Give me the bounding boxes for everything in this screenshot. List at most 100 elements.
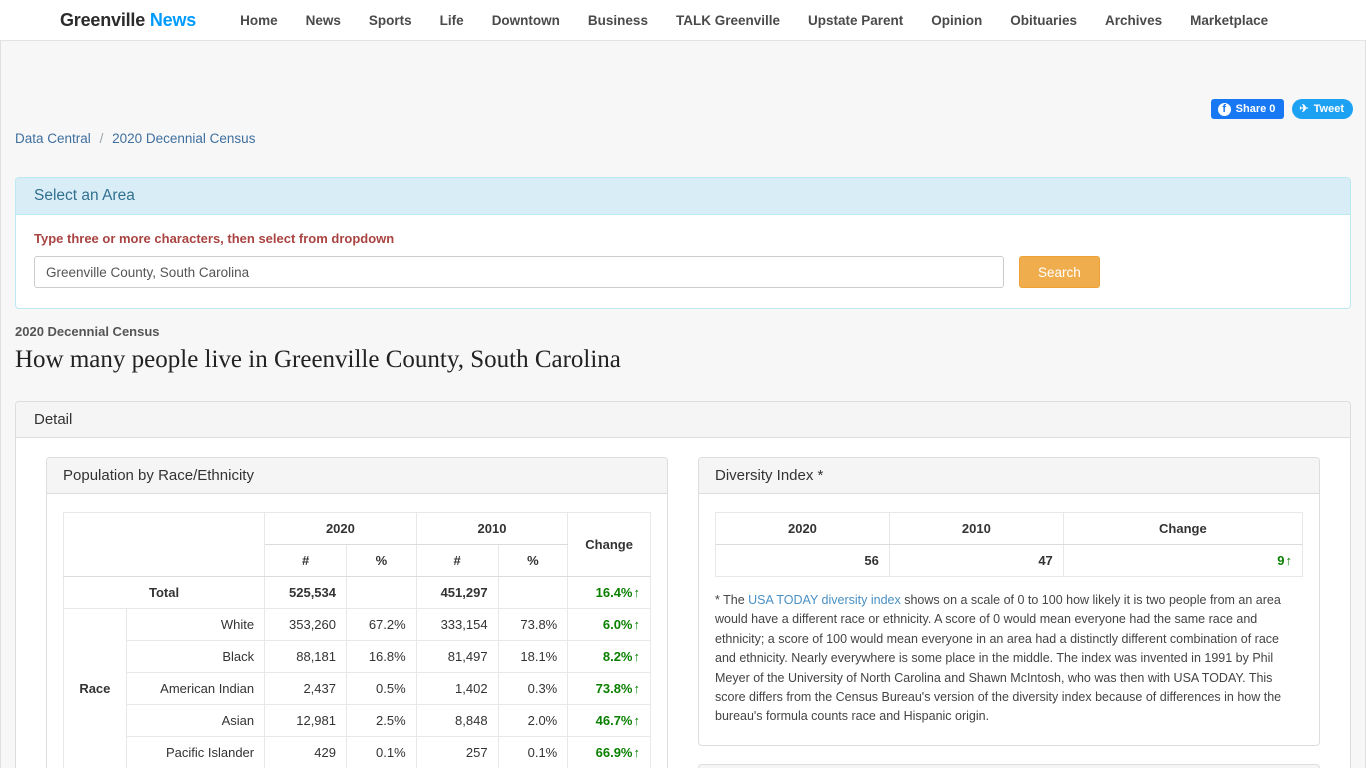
twitter-tweet-label: Tweet bbox=[1313, 103, 1344, 115]
nav-link-news[interactable]: News bbox=[306, 13, 341, 28]
arrow-up-icon: ↑ bbox=[633, 649, 641, 664]
diversity-header-2020: 2020 bbox=[715, 512, 890, 545]
diversity-value-2010: 47 bbox=[888, 544, 1064, 577]
pacific-islander-change-value: 66.9% bbox=[595, 745, 633, 760]
diversity-table-header-row: 2020 2010 Change bbox=[715, 512, 1304, 545]
black-2020-count: 88,181 bbox=[264, 640, 347, 673]
table-row: Asian 12,981 2.5% 8,848 2.0% 46.7%↑ bbox=[64, 704, 651, 737]
white-2010-count: 333,154 bbox=[415, 608, 499, 641]
row-label-american-indian: American Indian bbox=[125, 672, 266, 705]
american-indian-2020-count: 2,437 bbox=[264, 672, 347, 705]
race-table-subheader-2020-percent: % bbox=[346, 544, 417, 577]
table-row: 56 47 9↑ bbox=[715, 544, 1304, 577]
pacific-islander-2010-count: 257 bbox=[415, 736, 499, 768]
arrow-up-icon: ↑ bbox=[633, 617, 641, 632]
table-row-total: Total 525,534 451,297 16.4%↑ bbox=[62, 576, 651, 609]
diversity-header-2010: 2010 bbox=[888, 512, 1064, 545]
brand-name-secondary: News bbox=[149, 9, 197, 30]
nav-link-upstate-parent[interactable]: Upstate Parent bbox=[808, 13, 903, 28]
brand-name-primary: Greenville bbox=[60, 9, 146, 30]
detail-panel-title: Detail bbox=[16, 402, 1350, 438]
diversity-index-card-body: 2020 2010 Change 56 47 9↑ * The USA TODA… bbox=[699, 494, 1319, 745]
nav-link-marketplace[interactable]: Marketplace bbox=[1190, 13, 1268, 28]
table-row: Pacific Islander 429 0.1% 257 0.1% 66.9%… bbox=[64, 736, 651, 768]
race-table-corner-blank bbox=[62, 512, 266, 577]
american-indian-change: 73.8%↑ bbox=[567, 672, 651, 705]
site-logo[interactable]: Greenville News bbox=[60, 10, 196, 31]
race-table-head: 2020 2010 Change # % # % bbox=[62, 512, 651, 577]
table-row: Black 88,181 16.8% 81,497 18.1% 8.2%↑ bbox=[64, 640, 651, 673]
nav-link-downtown[interactable]: Downtown bbox=[492, 13, 560, 28]
asian-2010-percent: 2.0% bbox=[497, 704, 569, 737]
select-area-panel: Select an Area Type three or more charac… bbox=[15, 177, 1351, 309]
breadcrumb-link-current[interactable]: 2020 Decennial Census bbox=[112, 131, 255, 146]
asian-change-value: 46.7% bbox=[595, 713, 633, 728]
race-ethnicity-card: Population by Race/Ethnicity 2020 2010 C… bbox=[46, 457, 668, 768]
race-ethnicity-table: 2020 2010 Change # % # % Total 525,534 4… bbox=[62, 512, 651, 768]
detail-panel: Detail Population by Race/Ethnicity 2020… bbox=[15, 401, 1351, 768]
black-2010-count: 81,497 bbox=[415, 640, 499, 673]
white-2010-percent: 73.8% bbox=[497, 608, 569, 641]
arrow-up-icon: ↑ bbox=[633, 713, 641, 728]
nav-link-life[interactable]: Life bbox=[440, 13, 464, 28]
white-2020-percent: 67.2% bbox=[346, 608, 417, 641]
diversity-table-body: 56 47 9↑ bbox=[715, 544, 1304, 577]
nav-link-talk-greenville[interactable]: TALK Greenville bbox=[676, 13, 780, 28]
select-area-panel-title: Select an Area bbox=[16, 178, 1350, 215]
race-ethnicity-card-body: 2020 2010 Change # % # % Total 525,534 4… bbox=[47, 494, 667, 768]
nav-link-business[interactable]: Business bbox=[588, 13, 648, 28]
diversity-value-2020: 56 bbox=[715, 544, 890, 577]
race-table-header-2010: 2010 bbox=[415, 512, 569, 545]
search-instruction-label: Type three or more characters, then sele… bbox=[34, 231, 395, 246]
diversity-index-footnote: * The USA TODAY diversity index shows on… bbox=[715, 591, 1303, 727]
pacific-islander-change: 66.9%↑ bbox=[567, 736, 651, 768]
search-form-row: Search bbox=[34, 256, 1332, 288]
breadcrumb-separator: / bbox=[99, 131, 104, 146]
breadcrumb: Data Central / 2020 Decennial Census bbox=[15, 131, 255, 146]
table-row: Race White 353,260 67.2% 333,154 73.8% 6… bbox=[63, 608, 651, 768]
search-button[interactable]: Search bbox=[1019, 256, 1100, 288]
pacific-islander-2020-percent: 0.1% bbox=[346, 736, 417, 768]
select-area-panel-body: Type three or more characters, then sele… bbox=[16, 215, 1350, 308]
row-label-pacific-islander: Pacific Islander bbox=[125, 736, 266, 768]
race-ethnicity-card-title: Population by Race/Ethnicity bbox=[47, 458, 667, 494]
table-row: American Indian 2,437 0.5% 1,402 0.3% 73… bbox=[64, 672, 651, 705]
arrow-up-icon: ↑ bbox=[633, 681, 641, 696]
american-indian-change-value: 73.8% bbox=[595, 681, 633, 696]
total-2020-count: 525,534 bbox=[264, 576, 347, 609]
race-table-group-header-row: 2020 2010 Change bbox=[62, 512, 651, 577]
diversity-change-value: 9 bbox=[1277, 553, 1285, 568]
page-title: How many people live in Greenville Count… bbox=[15, 346, 621, 373]
asian-2020-count: 12,981 bbox=[264, 704, 347, 737]
twitter-tweet-button[interactable]: ✈ Tweet bbox=[1292, 99, 1353, 119]
asian-2020-percent: 2.5% bbox=[346, 704, 417, 737]
nav-link-sports[interactable]: Sports bbox=[369, 13, 412, 28]
nav-link-home[interactable]: Home bbox=[240, 13, 278, 28]
detail-panel-body: Population by Race/Ethnicity 2020 2010 C… bbox=[16, 438, 1350, 768]
american-indian-2010-percent: 0.3% bbox=[497, 672, 569, 705]
right-column: Diversity Index * 2020 2010 Change 56 47… bbox=[698, 457, 1320, 768]
breadcrumb-link-data-central[interactable]: Data Central bbox=[15, 131, 91, 146]
page-content: f Share 0 ✈ Tweet Data Central / 2020 De… bbox=[0, 41, 1366, 768]
diversity-header-change: Change bbox=[1062, 512, 1304, 545]
row-label-asian: Asian bbox=[125, 704, 266, 737]
nav-link-archives[interactable]: Archives bbox=[1105, 13, 1162, 28]
diversity-index-card-title: Diversity Index * bbox=[699, 458, 1319, 494]
arrow-up-icon: ↑ bbox=[1285, 553, 1293, 568]
race-table-subheader-2020-count: # bbox=[264, 544, 347, 577]
nav-links: Home News Sports Life Downtown Business … bbox=[240, 13, 1268, 28]
race-table-body: Total 525,534 451,297 16.4%↑ Race White … bbox=[62, 576, 651, 768]
race-table-subheader-2010-count: # bbox=[415, 544, 499, 577]
row-label-white: White bbox=[125, 608, 266, 641]
article-kicker: 2020 Decennial Census bbox=[15, 324, 160, 339]
area-search-input[interactable] bbox=[34, 256, 1004, 288]
black-change: 8.2%↑ bbox=[567, 640, 651, 673]
total-2010-percent bbox=[497, 576, 569, 609]
facebook-share-button[interactable]: f Share 0 bbox=[1210, 99, 1285, 119]
arrow-up-icon: ↑ bbox=[633, 745, 641, 760]
housing-units-card-title: Housing Units bbox=[699, 764, 1319, 768]
nav-link-opinion[interactable]: Opinion bbox=[931, 13, 982, 28]
usa-today-diversity-index-link[interactable]: USA TODAY diversity index bbox=[748, 593, 901, 607]
twitter-bird-icon: ✈ bbox=[1299, 102, 1309, 115]
nav-link-obituaries[interactable]: Obituaries bbox=[1010, 13, 1077, 28]
